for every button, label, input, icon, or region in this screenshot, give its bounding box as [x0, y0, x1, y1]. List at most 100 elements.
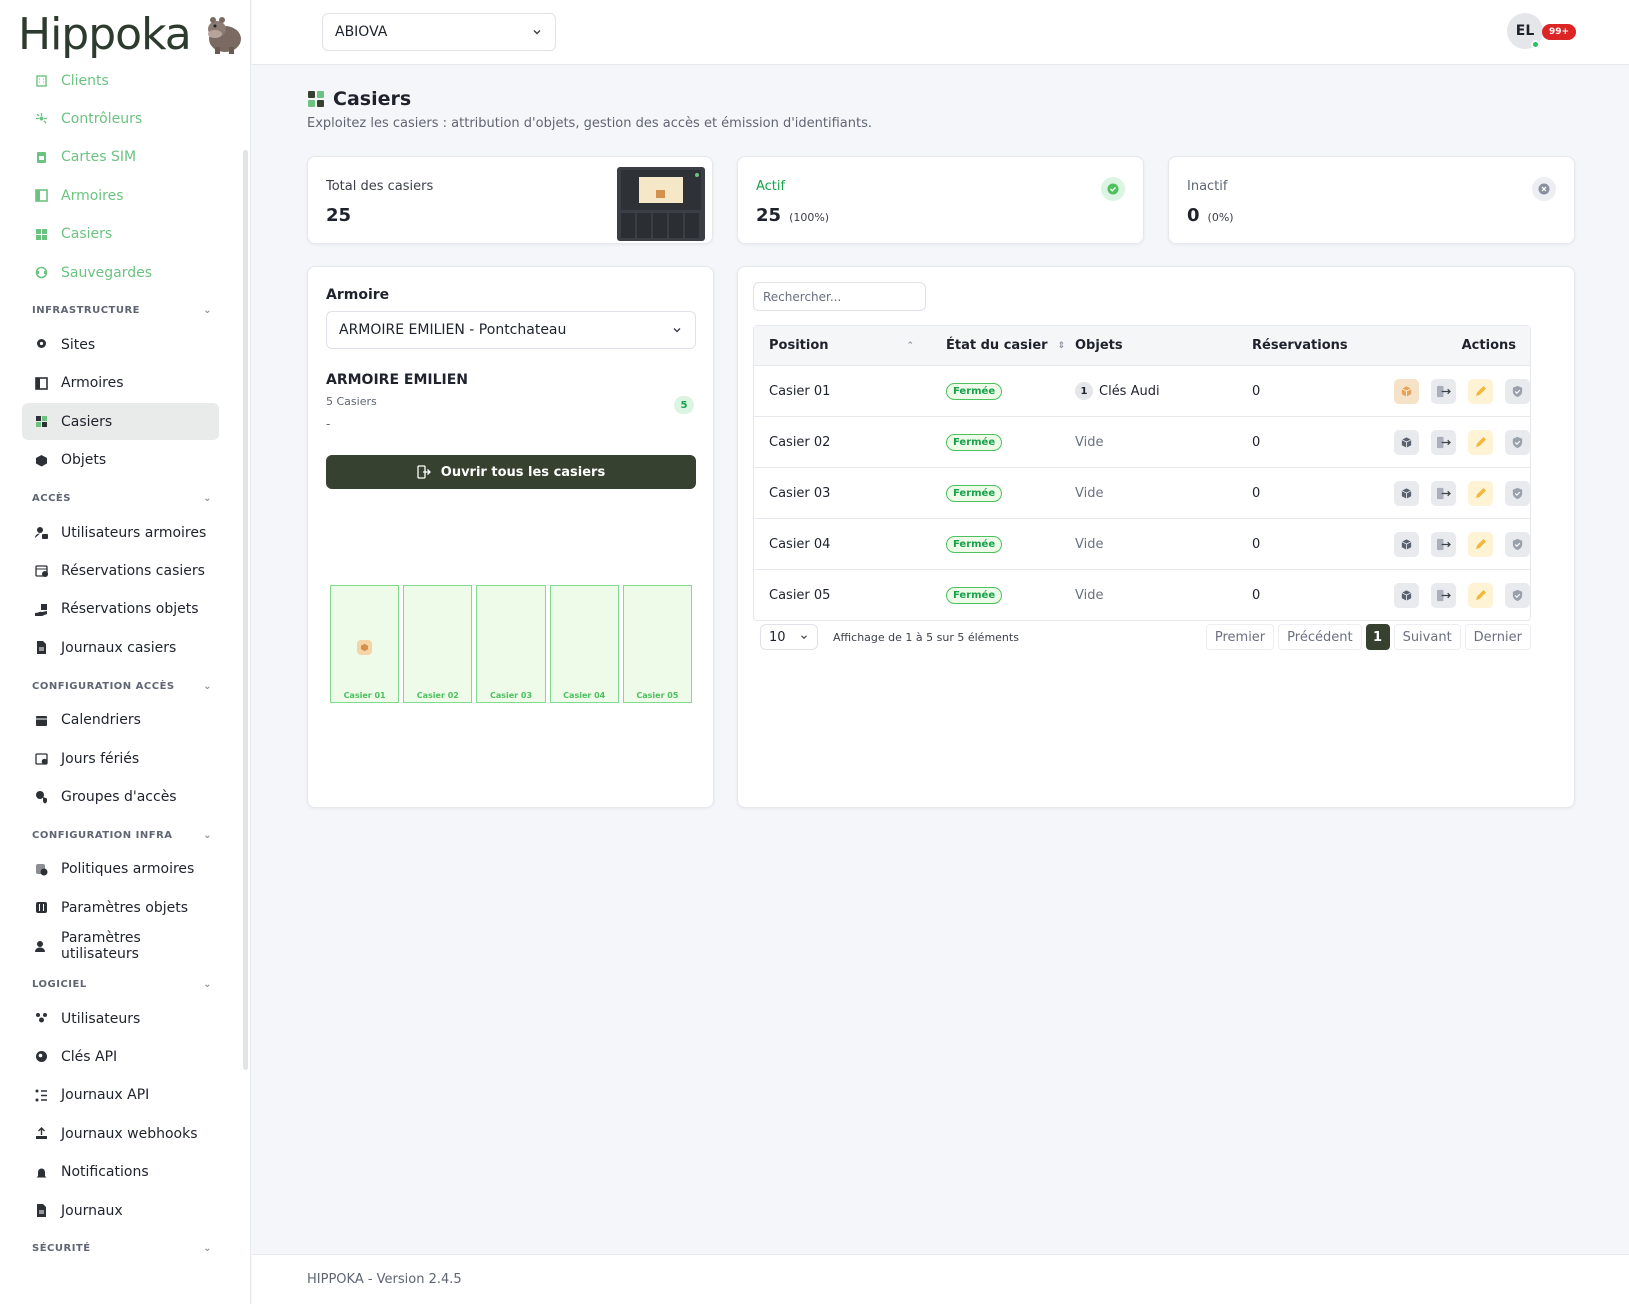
- per-page-select[interactable]: 10: [760, 624, 818, 650]
- object-count-badge: 1: [1075, 382, 1093, 400]
- sidebar-item-journaux-casiers[interactable]: Journaux casiers: [22, 629, 219, 666]
- locker-cell[interactable]: Casier 01: [330, 585, 400, 703]
- access-button[interactable]: [1505, 480, 1530, 506]
- sidebar-item-sauvegardes[interactable]: Sauvegardes: [22, 254, 219, 291]
- assign-object-button[interactable]: [1394, 429, 1419, 455]
- sidebar-item-clients[interactable]: Clients: [22, 62, 219, 99]
- sidebar-item-param-tres-utilisateurs[interactable]: Paramètres utilisateurs: [22, 928, 219, 965]
- sidebar-item-groupes-d-acc-s[interactable]: Groupes d'accès: [22, 778, 219, 815]
- open-all-lockers-button[interactable]: Ouvrir tous les casiers: [326, 455, 696, 489]
- open-locker-button[interactable]: [1431, 582, 1456, 608]
- sidebar-item-journaux-webhooks[interactable]: Journaux webhooks: [22, 1115, 219, 1152]
- sidebar-item-contr-leurs[interactable]: Contrôleurs: [22, 100, 219, 137]
- locker-position: Casier 04: [769, 536, 831, 552]
- locker-cell[interactable]: Casier 03: [476, 585, 546, 703]
- cell-objects: Vide: [1075, 435, 1103, 450]
- sidebar-item-r-servations-casiers[interactable]: Réservations casiers: [22, 552, 219, 589]
- first-page-button[interactable]: Premier: [1205, 624, 1275, 650]
- sidebar-item-param-tres-objets[interactable]: Paramètres objets: [22, 889, 219, 926]
- lockers-table: Position ⌃ État du casier ⇕ Objets Réserva…: [753, 325, 1531, 621]
- current-page-button[interactable]: 1: [1365, 624, 1390, 650]
- stat-active-number: 25: [756, 205, 782, 226]
- sidebar-item-label: Groupes d'accès: [61, 788, 177, 805]
- sidebar-item-utilisateurs-armoires[interactable]: Utilisateurs armoires: [22, 514, 219, 551]
- next-page-button[interactable]: Suivant: [1393, 624, 1461, 650]
- table-row[interactable]: Casier 04 Fermée Vide 0: [754, 518, 1530, 569]
- open-locker-button[interactable]: [1431, 429, 1456, 455]
- sidebar-section-title: CONFIGURATION ACCÈS: [32, 680, 175, 692]
- sidebar-item-casiers[interactable]: Casiers: [22, 403, 219, 441]
- tenant-value: ABIOVA: [335, 24, 388, 40]
- sidebar-item-calendriers[interactable]: Calendriers: [22, 702, 219, 739]
- table-row[interactable]: Casier 01 Fermée 1 Clés Audi 0: [754, 365, 1530, 416]
- sidebar-item-armoires[interactable]: Armoires: [22, 177, 219, 214]
- sidebar-section-header[interactable]: CONFIGURATION ACCÈS ⌄: [32, 681, 212, 692]
- prev-page-button[interactable]: Précédent: [1278, 624, 1362, 650]
- edit-button[interactable]: [1468, 429, 1493, 455]
- sidebar-item-journaux-api[interactable]: Journaux API: [22, 1077, 219, 1114]
- open-locker-button[interactable]: [1431, 531, 1456, 557]
- sidebar-item-sites[interactable]: Sites: [22, 326, 219, 363]
- tenant-select[interactable]: ABIOVA: [322, 13, 556, 51]
- cell-reservations: 0: [1252, 486, 1260, 501]
- assign-object-button[interactable]: [1394, 378, 1419, 404]
- sidebar-item-journaux[interactable]: Journaux: [22, 1192, 219, 1229]
- cell-state: Fermée: [946, 586, 1003, 604]
- sidebar-item-armoires[interactable]: Armoires: [22, 365, 219, 402]
- sidebar-item-cl-s-api[interactable]: Clés API: [22, 1038, 219, 1075]
- access-button[interactable]: [1505, 378, 1530, 404]
- stat-inactive-value: 0 (0%): [1187, 205, 1234, 226]
- access-button[interactable]: [1505, 429, 1530, 455]
- sidebar-item-utilisateurs[interactable]: Utilisateurs: [22, 1000, 219, 1037]
- cell-objects: Vide: [1075, 537, 1103, 552]
- sidebar-section-header[interactable]: ACCÈS ⌄: [32, 493, 212, 504]
- package-icon: [1401, 538, 1412, 550]
- sim-icon: [34, 150, 49, 165]
- lockers-table-panel: Position ⌃ État du casier ⇕ Objets Réserva…: [737, 266, 1575, 808]
- search-input[interactable]: [753, 282, 926, 311]
- col-reservations-label: Réservations: [1252, 338, 1348, 353]
- access-button[interactable]: [1505, 531, 1530, 557]
- sidebar-item-label: Utilisateurs armoires: [61, 524, 207, 541]
- notification-badge[interactable]: 99+: [1542, 24, 1577, 40]
- building-icon: [34, 73, 49, 88]
- open-locker-button[interactable]: [1431, 378, 1456, 404]
- access-button[interactable]: [1505, 582, 1530, 608]
- sidebar-section-header[interactable]: LOGICIEL ⌄: [32, 979, 212, 990]
- col-state-label: État du casier: [946, 338, 1048, 353]
- table-row[interactable]: Casier 05 Fermée Vide 0: [754, 569, 1530, 620]
- sidebar-scrollbar[interactable]: [243, 150, 248, 1070]
- locker-cell[interactable]: Casier 05: [622, 585, 693, 703]
- col-position-header[interactable]: Position ⌃: [769, 338, 914, 353]
- sidebar-item-casiers[interactable]: Casiers: [22, 216, 219, 253]
- assign-object-button[interactable]: [1394, 582, 1419, 608]
- sidebar-item-jours-f-ri-s[interactable]: Jours fériés: [22, 740, 219, 777]
- last-page-button[interactable]: Dernier: [1464, 624, 1531, 650]
- sidebar-item-politiques-armoires[interactable]: Politiques armoires: [22, 851, 219, 888]
- sidebar-section-header[interactable]: INFRASTRUCTURE ⌄: [32, 305, 212, 316]
- door-open-icon: [1437, 487, 1451, 499]
- sidebar-section-header[interactable]: CONFIGURATION INFRA ⌄: [32, 830, 212, 841]
- object-name[interactable]: Clés Audi: [1099, 384, 1160, 399]
- col-state-header[interactable]: État du casier ⇕: [946, 338, 1065, 353]
- edit-button[interactable]: [1468, 378, 1493, 404]
- cabinet-select[interactable]: ARMOIRE EMILIEN - Pontchateau: [326, 311, 696, 349]
- sidebar-item-objets[interactable]: Objets: [22, 442, 219, 479]
- sidebar-section-header[interactable]: SÉCURITÉ ⌄: [32, 1243, 212, 1254]
- edit-button[interactable]: [1468, 531, 1493, 557]
- table-row[interactable]: Casier 03 Fermée Vide 0: [754, 467, 1530, 518]
- locker-cell[interactable]: Casier 02: [403, 585, 473, 703]
- table-row[interactable]: Casier 02 Fermée Vide 0: [754, 416, 1530, 467]
- open-locker-button[interactable]: [1431, 480, 1456, 506]
- sidebar-item-cartes-sim[interactable]: Cartes SIM: [22, 139, 219, 176]
- assign-object-button[interactable]: [1394, 480, 1419, 506]
- cell-position: Casier 03: [769, 486, 830, 501]
- locker-cell[interactable]: Casier 04: [549, 585, 619, 703]
- assign-object-button[interactable]: [1394, 531, 1419, 557]
- edit-button[interactable]: [1468, 480, 1493, 506]
- brand-logo[interactable]: Hippoka: [18, 8, 245, 60]
- sidebar-item-r-servations-objets[interactable]: Réservations objets: [22, 591, 219, 628]
- package-icon: [357, 640, 372, 655]
- edit-button[interactable]: [1468, 582, 1493, 608]
- sidebar-item-notifications[interactable]: Notifications: [22, 1154, 219, 1191]
